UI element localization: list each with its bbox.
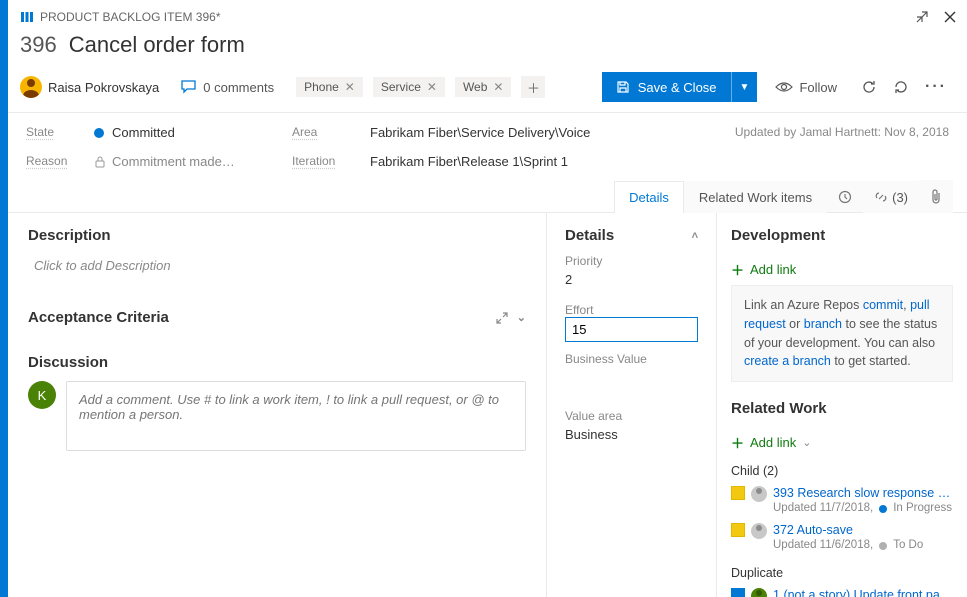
effort-input[interactable] [565,317,698,342]
window-title: PRODUCT BACKLOG ITEM 396* [40,10,221,24]
comments-button[interactable]: 0 comments [181,80,274,95]
area-value[interactable]: Fabrikam Fiber\Service Delivery\Voice [370,125,735,140]
value-area-value[interactable]: Business [565,423,698,452]
business-value-label: Business Value [565,352,698,366]
tag-service[interactable]: Service ✕ [373,77,445,97]
restore-window-icon[interactable] [915,10,929,24]
task-type-icon [731,486,745,500]
plus-icon: ＋ [731,433,744,452]
tag-web[interactable]: Web ✕ [455,77,512,97]
child-group-label: Child (2) [731,464,953,478]
state-label: State [26,125,86,140]
more-actions-button[interactable]: ··· [919,78,953,96]
task-type-icon [731,523,745,537]
assignee-name: Raisa Pokrovskaya [48,80,159,95]
work-item-id: 396 [20,32,57,58]
priority-value[interactable]: 2 [565,268,698,297]
save-close-button[interactable]: Save & Close ▼ [602,72,758,102]
assignee-avatar-icon [751,588,767,597]
current-user-avatar: K [28,381,56,409]
follow-button[interactable]: Follow [775,80,837,95]
comments-count: 0 comments [203,80,274,95]
area-label: Area [292,125,362,140]
development-help-text: Link an Azure Repos commit, pull request… [731,285,953,382]
avatar [20,76,42,98]
priority-label: Priority [565,254,698,268]
assignee-avatar-icon [751,486,767,502]
effort-label: Effort [565,303,698,317]
tag-remove-icon[interactable]: ✕ [493,80,503,94]
undo-button[interactable] [887,79,915,95]
tab-history[interactable] [827,181,863,212]
related-item[interactable]: 393 Research slow response ti… Updated 1… [731,482,953,519]
link-branch[interactable]: branch [804,317,842,331]
updated-by-text: Updated by Jamal Hartnett: Nov 8, 2018 [735,125,949,139]
discussion-input[interactable] [66,381,526,451]
state-dot-icon [94,128,104,138]
related-work-heading: Related Work [731,400,827,417]
link-create-branch[interactable]: create a branch [744,354,831,368]
expand-icon[interactable] [495,311,509,325]
tab-details[interactable]: Details [614,181,684,213]
value-area-label: Value area [565,409,698,423]
chevron-up-icon[interactable]: ˄ [692,230,698,242]
work-item-title[interactable]: Cancel order form [69,32,245,58]
add-dev-link-button[interactable]: ＋ Add link [731,254,953,285]
iteration-label: Iteration [292,154,362,169]
details-heading: Details [565,227,614,244]
status-dot-icon [879,505,887,513]
tag-remove-icon[interactable]: ✕ [427,80,437,94]
development-heading: Development [731,227,825,244]
comment-icon [181,80,197,94]
iteration-value[interactable]: Fabrikam Fiber\Release 1\Sprint 1 [370,154,735,169]
link-commit[interactable]: commit [863,298,903,312]
refresh-button[interactable] [855,79,883,95]
tab-related-work-items[interactable]: Related Work items [684,181,827,213]
add-related-link-button[interactable]: ＋ Add link ⌄ [731,427,953,458]
duplicate-group-label: Duplicate [731,566,953,580]
description-heading: Description [28,227,111,244]
pbi-type-icon [20,10,34,24]
chevron-down-icon[interactable]: ⌄ [517,311,526,325]
assignee-picker[interactable]: Raisa Pokrovskaya [20,76,159,98]
status-dot-icon [879,542,887,550]
pbi-type-icon [731,588,745,597]
discussion-heading: Discussion [28,354,108,371]
plus-icon: ＋ [731,260,744,279]
related-item[interactable]: 1 (not a story) Update front pa… Updated… [731,584,953,597]
acceptance-criteria-heading: Acceptance Criteria [28,309,169,326]
reason-value[interactable]: Commitment made… [94,154,284,169]
tab-attachments[interactable] [919,180,953,213]
add-tag-button[interactable]: ＋ [521,76,545,98]
business-value-value[interactable] [565,366,698,395]
state-value[interactable]: Committed [94,125,284,140]
description-editor[interactable]: Click to add Description [28,254,526,297]
tab-links[interactable]: (3) [863,181,919,213]
lock-icon [94,156,106,168]
chevron-down-icon: ⌄ [802,436,811,449]
close-window-icon[interactable] [943,10,957,24]
reason-label: Reason [26,154,86,169]
eye-icon [775,81,793,93]
related-item[interactable]: 372 Auto-save Updated 11/6/2018, To Do [731,519,953,556]
save-dropdown[interactable]: ▼ [731,72,758,102]
save-icon [616,80,630,94]
tag-phone[interactable]: Phone ✕ [296,77,363,97]
tag-remove-icon[interactable]: ✕ [345,80,355,94]
assignee-avatar-icon [751,523,767,539]
